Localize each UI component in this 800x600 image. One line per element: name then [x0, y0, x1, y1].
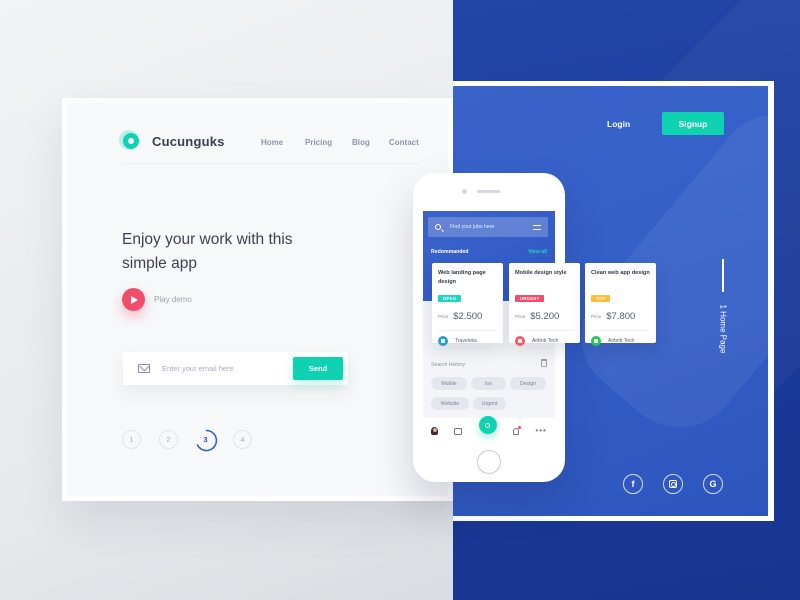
- brand-name: Cucunguks: [152, 133, 225, 149]
- page-indicator-line: [722, 259, 724, 292]
- step-2[interactable]: 2: [159, 430, 178, 449]
- phone-home-button: [477, 450, 501, 474]
- facebook-icon[interactable]: f: [623, 474, 643, 494]
- price-value: $2.500: [453, 311, 483, 322]
- status-badge: URGENT: [515, 295, 545, 302]
- landing-card: Cucunguks Home Pricing Blog Contact Enjo…: [62, 98, 453, 501]
- price-label: Price: [591, 314, 602, 319]
- search-history-label: Search History: [431, 362, 466, 368]
- view-all-link[interactable]: View all: [528, 249, 547, 255]
- trash-icon[interactable]: [541, 359, 547, 367]
- recommended-label: Redommanded: [431, 249, 469, 255]
- step-3-active[interactable]: 3: [196, 429, 218, 452]
- send-button[interactable]: Send: [293, 357, 343, 380]
- company-logo-icon: [515, 336, 525, 346]
- company: Airbnb Tech: [515, 336, 574, 346]
- phone-camera: [462, 189, 467, 194]
- search-icon: [485, 422, 491, 428]
- nav-divider: [123, 163, 420, 164]
- phone-speaker: [477, 190, 500, 193]
- job-search-bar[interactable]: Find your jobs here: [428, 217, 548, 237]
- job-card[interactable]: Clean web app design TOP Price $7.800 Ai…: [585, 263, 656, 346]
- company-logo-icon: [438, 336, 448, 346]
- landing-card-inner: Cucunguks Home Pricing Blog Contact Enjo…: [67, 103, 448, 496]
- avatar[interactable]: [431, 427, 439, 435]
- progress-ring-icon: [196, 429, 218, 452]
- price-row: Price $7.800: [591, 311, 650, 322]
- price-label: Price: [515, 314, 526, 319]
- play-icon[interactable]: [122, 288, 145, 311]
- price-value: $7.800: [606, 311, 636, 322]
- google-icon[interactable]: G: [703, 474, 723, 494]
- phone-tabbar: •••: [423, 416, 555, 444]
- status-badge: TOP: [591, 295, 611, 302]
- instagram-icon[interactable]: [663, 474, 683, 494]
- play-demo[interactable]: Play demo: [122, 288, 192, 311]
- brand-logo[interactable]: Cucunguks: [123, 133, 225, 149]
- mail-icon: [138, 364, 150, 373]
- inbox-icon[interactable]: [454, 427, 463, 435]
- chip-mobile[interactable]: Mobile: [431, 377, 467, 390]
- company: Airbnb Tech: [591, 336, 650, 346]
- step-4[interactable]: 4: [233, 430, 252, 449]
- job-title: Clean web app design: [591, 270, 650, 276]
- company-logo-icon: [591, 336, 601, 346]
- status-badge: OPEN: [438, 295, 462, 302]
- signup-button[interactable]: Signup: [662, 112, 724, 135]
- divider: [515, 330, 574, 331]
- nav-home[interactable]: Home: [261, 138, 305, 147]
- company-name: Airbnb Tech: [532, 338, 559, 344]
- job-card[interactable]: Web landing page design OPEN Price $2.50…: [432, 263, 503, 346]
- instagram-glyph: [669, 480, 677, 488]
- company: Traveloka: [438, 336, 497, 346]
- divider: [438, 330, 497, 331]
- chip-ios[interactable]: Ios: [471, 377, 506, 390]
- login-link[interactable]: Login: [607, 119, 630, 129]
- search-history-chips: Mobile Ios Design Website Urgent: [431, 377, 551, 417]
- job-title: Web landing page design: [438, 270, 486, 285]
- step-1[interactable]: 1: [122, 430, 141, 449]
- price-label: Price: [438, 314, 449, 319]
- play-demo-label[interactable]: Play demo: [154, 295, 192, 304]
- main-nav: Home Pricing Blog Contact: [261, 138, 425, 147]
- price-value: $5.200: [530, 311, 560, 322]
- search-icon: [435, 224, 441, 230]
- job-search-placeholder: Find your jobs here: [450, 224, 495, 230]
- email-input[interactable]: [162, 364, 282, 373]
- nav-contact[interactable]: Contact: [389, 138, 425, 147]
- email-form: Send: [123, 352, 348, 385]
- hero-headline: Enjoy your work with this simple app: [122, 231, 293, 272]
- nav-blog[interactable]: Blog: [352, 138, 389, 147]
- chip-design[interactable]: Design: [510, 377, 546, 390]
- company-name: Traveloka: [455, 338, 477, 344]
- price-row: Price $2.500: [438, 311, 497, 322]
- social-links: f G: [623, 474, 743, 494]
- chip-urgent[interactable]: Urgent: [473, 397, 506, 410]
- logo-icon: [123, 133, 139, 149]
- search-fab[interactable]: [478, 416, 497, 434]
- job-title: Mobile design style: [515, 270, 567, 276]
- page-indicator-label: 1 Home Page: [718, 304, 728, 354]
- company-name: Airbnb Tech: [608, 338, 635, 344]
- bell-icon[interactable]: [513, 425, 522, 435]
- more-icon[interactable]: •••: [535, 427, 546, 435]
- divider: [591, 330, 650, 331]
- nav-pricing[interactable]: Pricing: [305, 138, 352, 147]
- pagination: 1 2 3 4: [122, 429, 270, 452]
- price-row: Price $5.200: [515, 311, 574, 322]
- filter-icon[interactable]: [533, 224, 541, 230]
- job-card[interactable]: Mobile design style URGENT Price $5.200 …: [509, 263, 580, 346]
- chip-website[interactable]: Website: [431, 397, 469, 410]
